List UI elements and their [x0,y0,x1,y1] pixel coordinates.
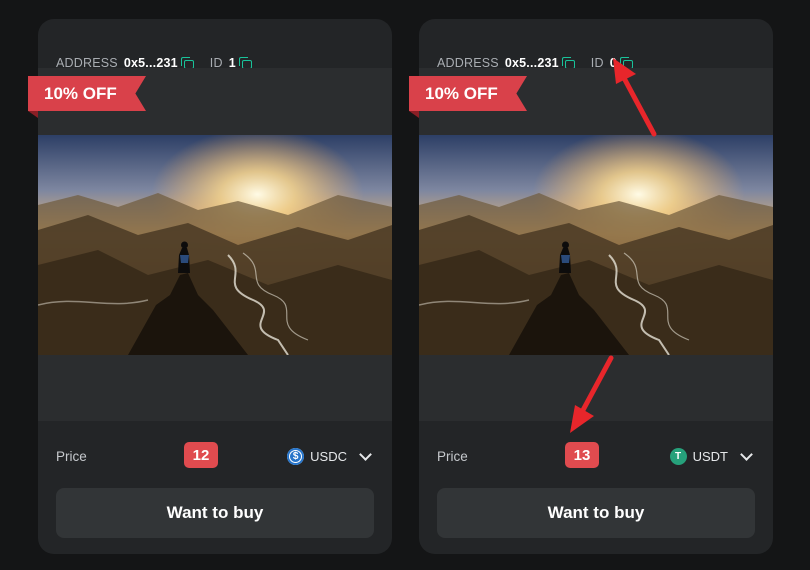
chevron-down-icon[interactable] [359,447,372,461]
currency-select[interactable]: T USDT [669,442,753,470]
currency-label: USDT [692,448,728,464]
nft-image[interactable] [419,135,773,355]
currency-select[interactable]: $ USDC [287,442,372,470]
nft-media-area [419,68,773,421]
usdt-coin-icon: T [669,447,687,465]
price-value: 12 [184,442,218,468]
usdc-coin-icon: $ [287,447,305,465]
nft-image[interactable] [38,135,392,355]
price-label: Price [437,448,468,464]
want-to-buy-button[interactable]: Want to buy [437,488,755,538]
discount-ribbon: 10% OFF [28,76,146,111]
price-row: Price 12 $ USDC [56,442,372,470]
chevron-down-icon[interactable] [740,447,753,461]
ribbon-fold [28,111,38,118]
nft-media-area [38,68,392,421]
currency-label: USDC [310,448,347,464]
discount-ribbon: 10% OFF [409,76,527,111]
want-to-buy-button[interactable]: Want to buy [56,488,374,538]
price-value: 13 [565,442,599,468]
price-row: Price 13 T USDT [437,442,753,470]
price-label: Price [56,448,87,464]
ribbon-fold [409,111,419,118]
